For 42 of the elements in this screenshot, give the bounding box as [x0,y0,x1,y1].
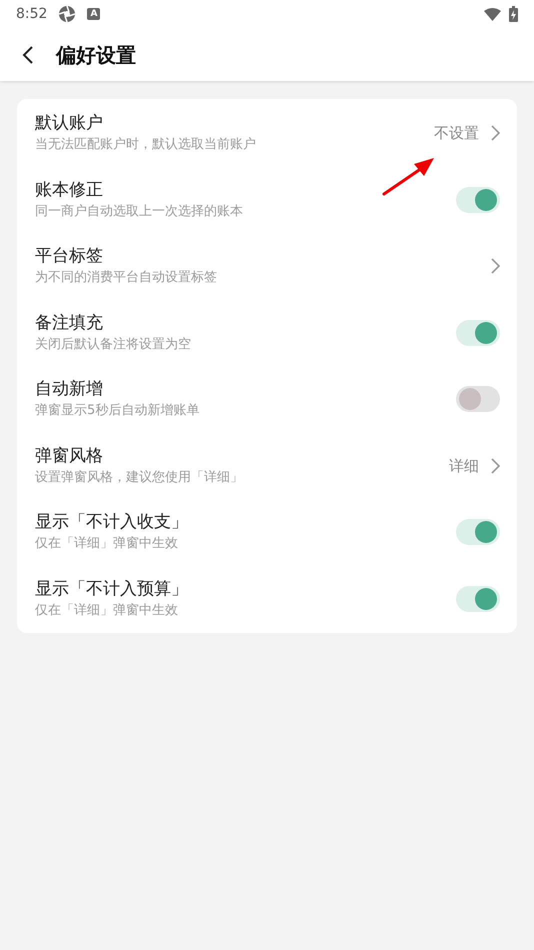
setting-title: 显示「不计入预算」 [35,578,188,600]
chevron-right-icon [491,458,500,474]
setting-description: 当无法匹配账户时，默认选取当前账户 [35,137,256,154]
settings-row[interactable]: 显示「不计入预算」 仅在「详细」弹窗中生效 [17,566,517,632]
annotation-arrow-drawing [382,156,436,196]
setting-description: 关闭后默认备注将设置为空 [35,336,191,353]
setting-description: 为不同的消费平台自动设置标签 [35,270,217,286]
toggle-switch[interactable] [456,386,500,412]
battery-charging-icon [509,6,518,22]
chevron-right-icon [491,125,500,142]
setting-value: 不设置 [434,123,479,144]
toggle-switch[interactable] [456,519,500,546]
setting-title: 自动新增 [35,379,104,400]
back-icon [22,44,34,64]
setting-description: 弹窗显示5秒后自动新增账单 [35,403,200,420]
setting-title: 备注填充 [35,312,104,334]
toggle-switch[interactable] [456,320,500,346]
settings-row[interactable]: 平台标签 为不同的消费平台自动设置标签 [17,233,517,300]
setting-description: 设置弹窗风格，建议您使用「详细」 [35,470,243,486]
toggle-switch[interactable] [456,186,500,213]
settings-row[interactable]: 备注填充 关闭后默认备注将设置为空 [17,300,517,366]
settings-row[interactable]: 弹窗风格 设置弹窗风格，建议您使用「详细」 详细 [17,432,517,499]
setting-description: 同一商户自动选取上一次选择的账本 [35,204,243,220]
setting-title: 默认账户 [35,113,104,134]
settings-row[interactable]: 默认账户 当无法匹配账户时，默认选取当前账户 不设置 [17,100,517,166]
keyboard-badge: A [87,8,100,20]
page-title: 偏好设置 [56,42,136,68]
wifi-icon [484,8,501,20]
setting-title: 平台标签 [35,246,104,268]
chevron-right-icon [491,258,500,274]
setting-description: 仅在「详细」弹窗中生效 [35,536,179,552]
settings-row[interactable]: 账本修正 同一商户自动选取上一次选择的账本 [17,166,517,233]
status-time: 8:52 [16,4,48,24]
settings-row[interactable]: 显示「不计入收支」 仅在「详细」弹窗中生效 [17,499,517,566]
setting-description: 仅在「详细」弹窗中生效 [35,602,179,619]
aperture-icon [59,6,76,22]
setting-title: 账本修正 [35,180,104,201]
setting-value: 详细 [449,456,479,476]
setting-title: 弹窗风格 [35,446,104,467]
toggle-switch[interactable] [456,586,500,612]
settings-row[interactable]: 自动新增 弹窗显示5秒后自动新增账单 [17,366,517,432]
setting-title: 显示「不计入收支」 [35,512,188,534]
